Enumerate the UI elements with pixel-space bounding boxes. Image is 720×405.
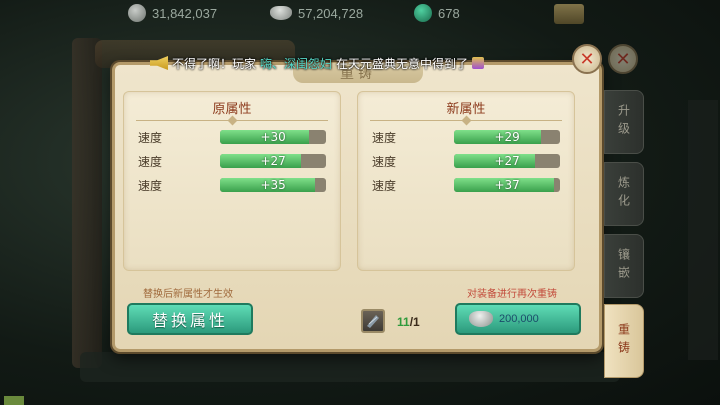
reforge-stone-icon [367, 315, 379, 328]
background-panel [72, 38, 102, 368]
marquee-suffix: 在天元盛典无意中得到了 [336, 56, 469, 71]
stat-row: 速度 +30 [138, 128, 326, 146]
stat-value: +30 [260, 130, 286, 144]
stat-label: 速度 [138, 154, 163, 169]
stat-bar: +29 [454, 130, 560, 144]
stat-row: 速度 +35 [138, 176, 326, 194]
tab-inlay[interactable]: 镶嵌 [604, 234, 644, 298]
stat-label: 速度 [138, 178, 163, 193]
ingot-amount: 57,204,728 [298, 5, 364, 21]
stat-row: 速度 +29 [372, 128, 560, 146]
background-close-button[interactable]: ✕ [608, 44, 638, 74]
close-button[interactable]: ✕ [572, 44, 602, 74]
silver-ingot-icon [270, 6, 292, 20]
stat-value: +27 [260, 154, 286, 168]
marquee-player: 嗨、深闺怨妇 [260, 56, 333, 71]
reforge-hint: 对装备进行再次重铸 [467, 289, 557, 300]
stat-row: 速度 +27 [372, 152, 560, 170]
silver-ingot-icon [469, 311, 493, 327]
stat-bar: +37 [454, 178, 560, 192]
material-need: /1 [409, 315, 420, 329]
background-bottom-bar [80, 352, 620, 382]
reforge-cost: 200,000 [499, 313, 539, 325]
stat-bar: +30 [220, 130, 326, 144]
stat-label: 速度 [372, 154, 397, 169]
stat-value: +35 [260, 178, 286, 192]
corner-badge [4, 396, 24, 405]
currency-ingot: 57,204,728 [270, 3, 363, 23]
material-count: 11/1 [397, 315, 420, 329]
stat-row: 速度 +27 [138, 152, 326, 170]
reforge-button[interactable]: 200,000 [455, 303, 581, 335]
treasure-chest-icon[interactable] [554, 4, 584, 24]
stat-label: 速度 [372, 178, 397, 193]
original-attributes-card: 原属性 速度 +30 速度 +27 速度 +35 [123, 91, 341, 271]
new-attributes-card: 新属性 速度 +29 速度 +27 速度 +37 [357, 91, 575, 271]
background-right-edge [688, 100, 718, 360]
currency-bar: 31,842,037 57,204,728 678 [0, 2, 720, 24]
replace-attributes-button[interactable]: 替换属性 [127, 303, 253, 335]
stat-value: +27 [494, 154, 520, 168]
currency-jade: 678 [414, 3, 460, 23]
silver-coin-icon [128, 4, 146, 22]
announcement-marquee: 不得了啊！玩家 嗨、深闺怨妇 在天元盛典无意中得到了 [150, 54, 554, 72]
stat-value: +37 [494, 178, 520, 192]
tab-reforge[interactable]: 重铸 [604, 304, 644, 378]
jade-icon [414, 4, 432, 22]
stat-bar: +35 [220, 178, 326, 192]
material-have: 11 [397, 315, 410, 329]
stat-bar: +27 [454, 154, 560, 168]
reforge-material-slot[interactable] [361, 309, 385, 333]
marquee-prefix: 不得了啊！玩家 [172, 56, 257, 71]
replace-hint: 替换后新属性才生效 [143, 289, 233, 300]
reforge-panel: 重铸 原属性 速度 +30 速度 +27 速度 +35 新属性 速度 +29 速度 +27 速度 +… [112, 62, 602, 352]
stat-bar: +27 [220, 154, 326, 168]
stat-label: 速度 [372, 130, 397, 145]
stat-value: +29 [494, 130, 520, 144]
tab-refine[interactable]: 炼化 [604, 162, 644, 226]
card-divider [136, 120, 328, 121]
horn-icon [150, 56, 168, 70]
card-divider [370, 120, 562, 121]
currency-silver: 31,842,037 [128, 3, 217, 23]
silver-amount: 31,842,037 [152, 5, 218, 21]
stat-label: 速度 [138, 130, 163, 145]
stat-row: 速度 +37 [372, 176, 560, 194]
tab-upgrade[interactable]: 升级 [604, 90, 644, 154]
jade-amount: 678 [438, 5, 460, 21]
reward-item-icon [472, 57, 485, 69]
